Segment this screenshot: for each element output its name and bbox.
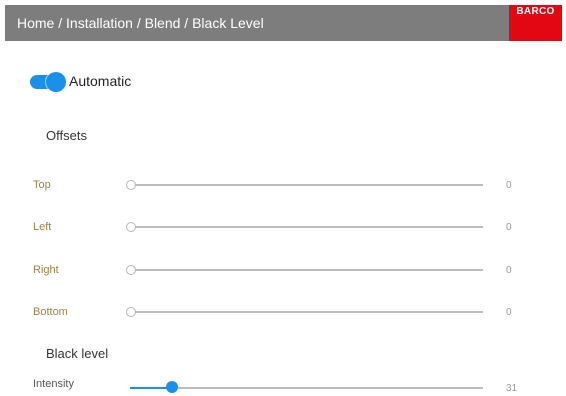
automatic-toggle[interactable]	[30, 72, 66, 92]
slider-thumb[interactable]	[126, 180, 136, 190]
offset-left-label: Left	[33, 221, 52, 233]
intensity-value: 31	[506, 383, 518, 394]
offset-top-label: Top	[33, 179, 51, 191]
slider-track	[130, 226, 483, 228]
offset-right-value: 0	[506, 265, 512, 276]
slider-track	[130, 269, 483, 271]
offset-top-value: 0	[506, 180, 512, 191]
offset-left-slider[interactable]	[126, 220, 483, 234]
offset-top-slider[interactable]	[126, 178, 483, 192]
offset-left-value: 0	[506, 222, 512, 233]
offset-right-label: Right	[33, 264, 59, 276]
offset-bottom-label: Bottom	[33, 306, 68, 318]
slider-track	[130, 311, 483, 313]
slider-thumb[interactable]	[126, 307, 136, 317]
slider-thumb[interactable]	[126, 222, 136, 232]
offsets-title: Offsets	[46, 128, 87, 143]
offset-bottom-slider[interactable]	[126, 305, 483, 319]
slider-thumb[interactable]	[166, 381, 179, 393]
slider-thumb[interactable]	[126, 265, 136, 275]
toggle-knob	[46, 72, 66, 92]
intensity-slider[interactable]	[130, 381, 483, 395]
black-level-title: Black level	[46, 346, 109, 361]
slider-track	[130, 387, 483, 389]
offset-bottom-value: 0	[506, 307, 512, 318]
header-bar: Home / Installation / Blend / Black Leve…	[5, 5, 562, 41]
barco-logo: BARCO	[509, 5, 562, 41]
offset-right-slider[interactable]	[126, 263, 483, 277]
intensity-label: Intensity	[33, 378, 74, 390]
slider-track	[130, 184, 483, 186]
breadcrumb[interactable]: Home / Installation / Blend / Black Leve…	[17, 5, 264, 41]
automatic-label: Automatic	[69, 73, 132, 89]
